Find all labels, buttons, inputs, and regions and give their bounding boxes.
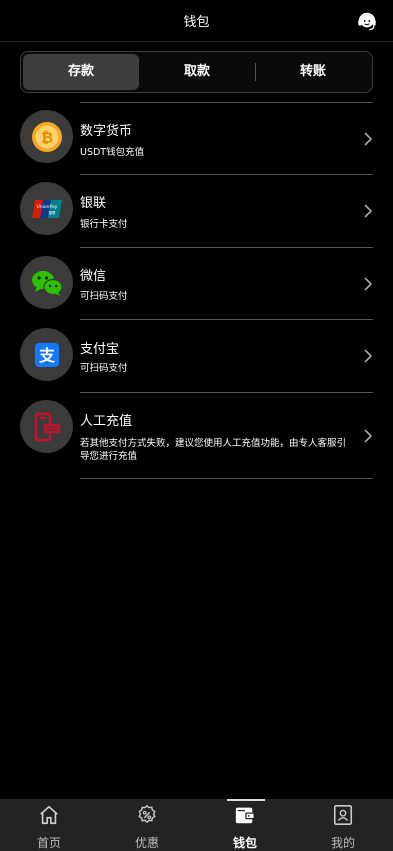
wallet-icon [235, 807, 255, 824]
nav-label: 我的 [330, 836, 355, 850]
svg-text:银联: 银联 [48, 210, 55, 215]
nav-promotions[interactable]: 优惠 [98, 799, 196, 851]
profile-icon [333, 805, 353, 825]
bitcoin-icon-badge: ₿ [20, 110, 73, 163]
deposit-tabs: 存款 取款 转账 [20, 51, 373, 93]
alipay-icon: 支 [34, 342, 59, 367]
manual-deposit-icon-badge [20, 400, 73, 453]
chevron-right-icon [364, 429, 373, 443]
bitcoin-icon: ₿ [31, 121, 62, 152]
unionpay-icon: UnionPay 银联 [31, 199, 62, 218]
payment-method-manual[interactable]: 人工充值 若其他支付方式失败，建议您使用人工充值功能，由专人客服引导您进行充值 [0, 393, 393, 480]
payment-method-alipay[interactable]: 支 支付宝 可扫码支付 [0, 320, 393, 393]
method-desc: 银行卡支付 [80, 219, 128, 230]
method-desc: 可扫码支付 [80, 291, 128, 302]
method-name: 人工充值 [80, 414, 133, 429]
method-name: 数字货币 [80, 124, 133, 139]
manual-deposit-icon [34, 412, 60, 441]
payment-method-wechat[interactable]: 微信 可扫码支付 [0, 248, 393, 320]
alipay-icon-badge: 支 [20, 328, 73, 381]
home-icon [40, 805, 58, 825]
discount-icon [138, 804, 156, 824]
row-divider [80, 478, 373, 479]
payment-method-crypto[interactable]: ₿ 数字货币 USDT钱包充值 [0, 103, 393, 175]
wechat-icon [31, 270, 63, 296]
method-name: 支付宝 [80, 342, 120, 357]
nav-label: 钱包 [232, 836, 257, 850]
method-desc: 可扫码支付 [80, 363, 128, 374]
method-desc: 若其他支付方式失败，建议您使用人工充值功能，由专人客服引导您进行充值 [80, 438, 347, 462]
method-desc: USDT钱包充值 [80, 147, 145, 158]
nav-wallet[interactable]: 钱包 [196, 799, 294, 851]
method-name: 银联 [80, 196, 107, 211]
chevron-right-icon [364, 349, 373, 363]
tab-withdraw[interactable]: 取款 [139, 54, 255, 90]
tab-deposit[interactable]: 存款 [23, 54, 139, 90]
chevron-right-icon [364, 132, 373, 146]
tab-transfer[interactable]: 转账 [255, 54, 371, 90]
svg-text:₿: ₿ [40, 128, 52, 146]
chevron-right-icon [364, 277, 373, 291]
header: 钱包 [0, 0, 393, 42]
nav-home[interactable]: 首页 [0, 799, 98, 851]
svg-text:UnionPay: UnionPay [36, 204, 57, 210]
customer-service-icon[interactable] [356, 10, 378, 32]
bottom-nav: 首页 优惠 钱包 我的 [0, 799, 393, 851]
nav-profile[interactable]: 我的 [294, 799, 392, 851]
nav-label: 优惠 [134, 836, 159, 850]
method-name: 微信 [80, 269, 107, 284]
page-title: 钱包 [183, 15, 210, 30]
chevron-right-icon [364, 204, 373, 218]
payment-method-unionpay[interactable]: UnionPay 银联 银联 银行卡支付 [0, 175, 393, 248]
unionpay-icon-badge: UnionPay 银联 [20, 182, 73, 235]
svg-text:支: 支 [37, 346, 55, 365]
wechat-icon-badge [20, 256, 73, 309]
nav-label: 首页 [36, 836, 61, 850]
